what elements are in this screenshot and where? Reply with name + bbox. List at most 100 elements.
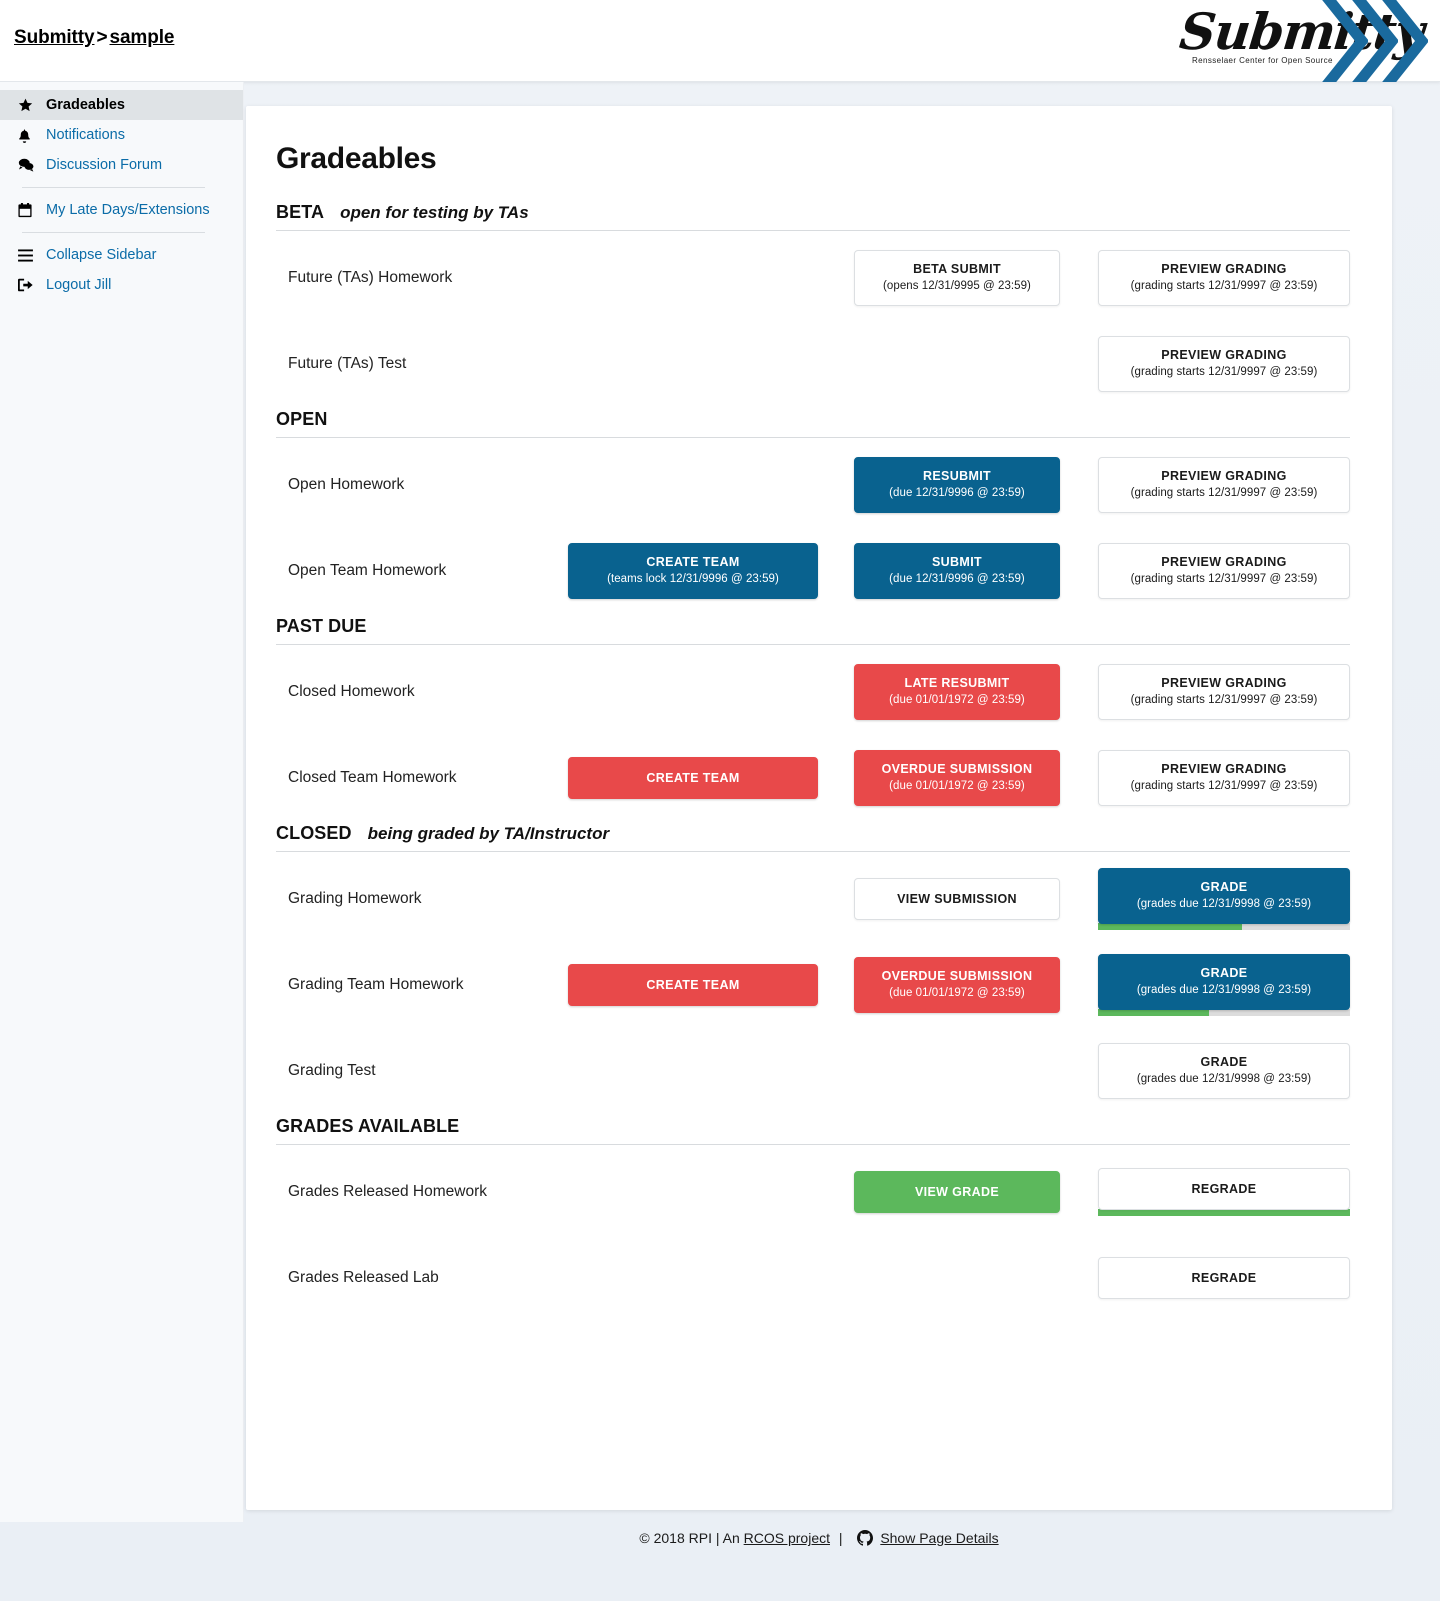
- button-primary-label: GRADE: [1200, 1055, 1248, 1070]
- action-button-group: RESUBMIT (due 12/31/9996 @ 23:59): [854, 457, 1060, 513]
- action-button-group: GRADE (grades due 12/31/9998 @ 23:59): [1098, 868, 1350, 930]
- mid-button[interactable]: OVERDUE SUBMISSION (due 01/01/1972 @ 23:5…: [854, 750, 1060, 806]
- sidebar: Gradeables Notifications Discussion Foru…: [0, 82, 244, 1522]
- sidebar-item-label: Notifications: [46, 127, 125, 143]
- button-secondary-label: (grading starts 12/31/9997 @ 23:59): [1130, 780, 1318, 793]
- grading-progress-fill: [1098, 1008, 1209, 1016]
- section-note: open for testing by TAs: [340, 203, 529, 222]
- gradeable-section: OPEN Open Homework RESUBMIT (due 12/31/9996…: [276, 409, 1350, 614]
- gradeable-row: Closed Homework LATE RESUBMIT (due 01/01/1…: [276, 649, 1350, 735]
- button-secondary-label: (opens 12/31/9995 @ 23:59): [883, 280, 1031, 293]
- button-secondary-label: (due 01/01/1972 @ 23:59): [889, 694, 1025, 707]
- gradeable-row: Grades Released Lab REGRADE: [276, 1235, 1350, 1321]
- button-secondary-label: (teams lock 12/31/9996 @ 23:59): [607, 573, 779, 586]
- slot-grade: PREVIEW GRADING (grading starts 12/31/999…: [1098, 336, 1350, 392]
- sidebar-item-discussion-forum[interactable]: Discussion Forum: [0, 150, 243, 180]
- submitty-logo[interactable]: Submitty Rensselaer Center for Open Sour…: [1170, 0, 1440, 82]
- sidebar-divider-1: [22, 187, 205, 188]
- grade-button[interactable]: PREVIEW GRADING (grading starts 12/31/999…: [1098, 750, 1350, 806]
- slot-grade: REGRADE: [1098, 1167, 1350, 1217]
- gradeable-name: Grades Released Homework: [288, 1183, 488, 1200]
- slot-mid: OVERDUE SUBMISSION (due 01/01/1972 @ 23:5…: [854, 957, 1060, 1013]
- slot-grade: PREVIEW GRADING (grading starts 12/31/999…: [1098, 750, 1350, 806]
- gradeable-row: Grading Team Homework CREATE TEAM OVERDUE …: [276, 942, 1350, 1028]
- gradeable-row: Closed Team Homework CREATE TEAM OVERDUE S…: [276, 735, 1350, 821]
- logo-tagline: Rensselaer Center for Open Source: [1192, 56, 1333, 65]
- slot-mid: LATE RESUBMIT (due 01/01/1972 @ 23:59): [854, 664, 1060, 720]
- chevron-icon-3: [1382, 0, 1428, 82]
- section-title: BETA: [276, 202, 325, 222]
- gradeable-row: Grading Test GRADE (grades due 12/31/9998 …: [276, 1028, 1350, 1114]
- action-button-group: OVERDUE SUBMISSION (due 01/01/1972 @ 23:5…: [854, 750, 1060, 806]
- gradeable-row: Grades Released Homework VIEW GRADE REGRAD…: [276, 1149, 1350, 1235]
- mid-button[interactable]: OVERDUE SUBMISSION (due 01/01/1972 @ 23:5…: [854, 957, 1060, 1013]
- show-page-details-link[interactable]: Show Page Details: [880, 1530, 998, 1546]
- mid-button[interactable]: SUBMIT (due 12/31/9996 @ 23:59): [854, 543, 1060, 599]
- button-secondary-label: (grades due 12/31/9998 @ 23:59): [1136, 984, 1312, 997]
- team-button[interactable]: CREATE TEAM: [568, 756, 818, 800]
- sidebar-item-late-days[interactable]: My Late Days/Extensions: [0, 195, 243, 225]
- gradeable-name: Future (TAs) Test: [288, 355, 407, 372]
- gradeable-name: Closed Team Homework: [288, 769, 457, 786]
- mid-button[interactable]: RESUBMIT (due 12/31/9996 @ 23:59): [854, 457, 1060, 513]
- grade-button[interactable]: GRADE (grades due 12/31/9998 @ 23:59): [1098, 868, 1350, 924]
- slot-mid: VIEW GRADE: [854, 1170, 1060, 1214]
- rcos-project-link[interactable]: RCOS project: [744, 1530, 830, 1546]
- footer-copyright: © 2018 RPI | An: [639, 1530, 740, 1546]
- button-primary-label: SUBMIT: [931, 555, 982, 570]
- team-button[interactable]: CREATE TEAM: [568, 963, 818, 1007]
- button-primary-label: CREATE TEAM: [646, 977, 740, 992]
- slot-mid: BETA SUBMIT (opens 12/31/9995 @ 23:59): [854, 250, 1060, 306]
- sidebar-item-collapse-sidebar[interactable]: Collapse Sidebar: [0, 240, 243, 270]
- grading-progress-fill: [1098, 1209, 1350, 1217]
- mid-button[interactable]: VIEW SUBMISSION: [854, 877, 1060, 921]
- grade-button[interactable]: PREVIEW GRADING (grading starts 12/31/999…: [1098, 664, 1350, 720]
- grade-button[interactable]: REGRADE: [1098, 1167, 1350, 1211]
- mid-button[interactable]: BETA SUBMIT (opens 12/31/9995 @ 23:59): [854, 250, 1060, 306]
- grade-button[interactable]: GRADE (grades due 12/31/9998 @ 23:59): [1098, 954, 1350, 1010]
- mid-button[interactable]: LATE RESUBMIT (due 01/01/1972 @ 23:59): [854, 664, 1060, 720]
- breadcrumb-root[interactable]: Submitty: [14, 27, 95, 48]
- button-primary-label: RESUBMIT: [922, 469, 992, 484]
- section-header: BETA open for testing by TAs: [276, 202, 1350, 231]
- calendar-icon: [18, 202, 42, 218]
- gradeable-name: Grading Homework: [288, 890, 422, 907]
- grade-button[interactable]: REGRADE: [1098, 1256, 1350, 1300]
- grade-button[interactable]: PREVIEW GRADING (grading starts 12/31/999…: [1098, 543, 1350, 599]
- mid-button[interactable]: VIEW GRADE: [854, 1170, 1060, 1214]
- gradeable-name: Grading Team Homework: [288, 976, 464, 993]
- grade-button[interactable]: PREVIEW GRADING (grading starts 12/31/999…: [1098, 336, 1350, 392]
- button-primary-label: PREVIEW GRADING: [1161, 762, 1287, 777]
- slot-grade: GRADE (grades due 12/31/9998 @ 23:59): [1098, 954, 1350, 1016]
- gradeables-card: Gradeables BETA open for testing by TAs Fu…: [246, 106, 1392, 1510]
- gradeable-section: BETA open for testing by TAs Future (TAs) …: [276, 202, 1350, 407]
- action-button-group: PREVIEW GRADING (grading starts 12/31/999…: [1098, 664, 1350, 720]
- hamburger-icon: [18, 248, 42, 262]
- grade-button[interactable]: PREVIEW GRADING (grading starts 12/31/999…: [1098, 457, 1350, 513]
- button-primary-label: PREVIEW GRADING: [1161, 262, 1287, 277]
- action-button-group: REGRADE: [1098, 1256, 1350, 1300]
- sidebar-item-notifications[interactable]: Notifications: [0, 120, 243, 150]
- section-header: GRADES AVAILABLE: [276, 1116, 1350, 1145]
- grading-progress-bar: [1098, 1008, 1350, 1016]
- slot-mid: RESUBMIT (due 12/31/9996 @ 23:59): [854, 457, 1060, 513]
- gradeable-row: Future (TAs) Homework BETA SUBMIT (opens 1…: [276, 235, 1350, 321]
- slot-team: CREATE TEAM: [568, 756, 818, 800]
- content-area: Gradeables BETA open for testing by TAs Fu…: [244, 82, 1440, 1562]
- action-button-group: CREATE TEAM: [568, 963, 818, 1007]
- section-title: PAST DUE: [276, 616, 367, 636]
- page-title: Gradeables: [276, 142, 437, 175]
- action-button-group: GRADE (grades due 12/31/9998 @ 23:59): [1098, 1043, 1350, 1099]
- team-button[interactable]: CREATE TEAM (teams lock 12/31/9996 @ 23:5…: [568, 543, 818, 599]
- grade-button[interactable]: GRADE (grades due 12/31/9998 @ 23:59): [1098, 1043, 1350, 1099]
- sidebar-item-logout[interactable]: Logout Jill: [0, 270, 243, 300]
- breadcrumb: Submitty > sample: [14, 27, 174, 49]
- button-secondary-label: (due 01/01/1972 @ 23:59): [889, 780, 1025, 793]
- sidebar-item-gradeables[interactable]: Gradeables: [0, 90, 243, 120]
- action-button-group: REGRADE: [1098, 1167, 1350, 1217]
- slot-grade: REGRADE: [1098, 1256, 1350, 1300]
- section-title: CLOSED: [276, 823, 352, 843]
- breadcrumb-current[interactable]: sample: [109, 27, 174, 48]
- grade-button[interactable]: PREVIEW GRADING (grading starts 12/31/999…: [1098, 250, 1350, 306]
- button-primary-label: GRADE: [1200, 880, 1248, 895]
